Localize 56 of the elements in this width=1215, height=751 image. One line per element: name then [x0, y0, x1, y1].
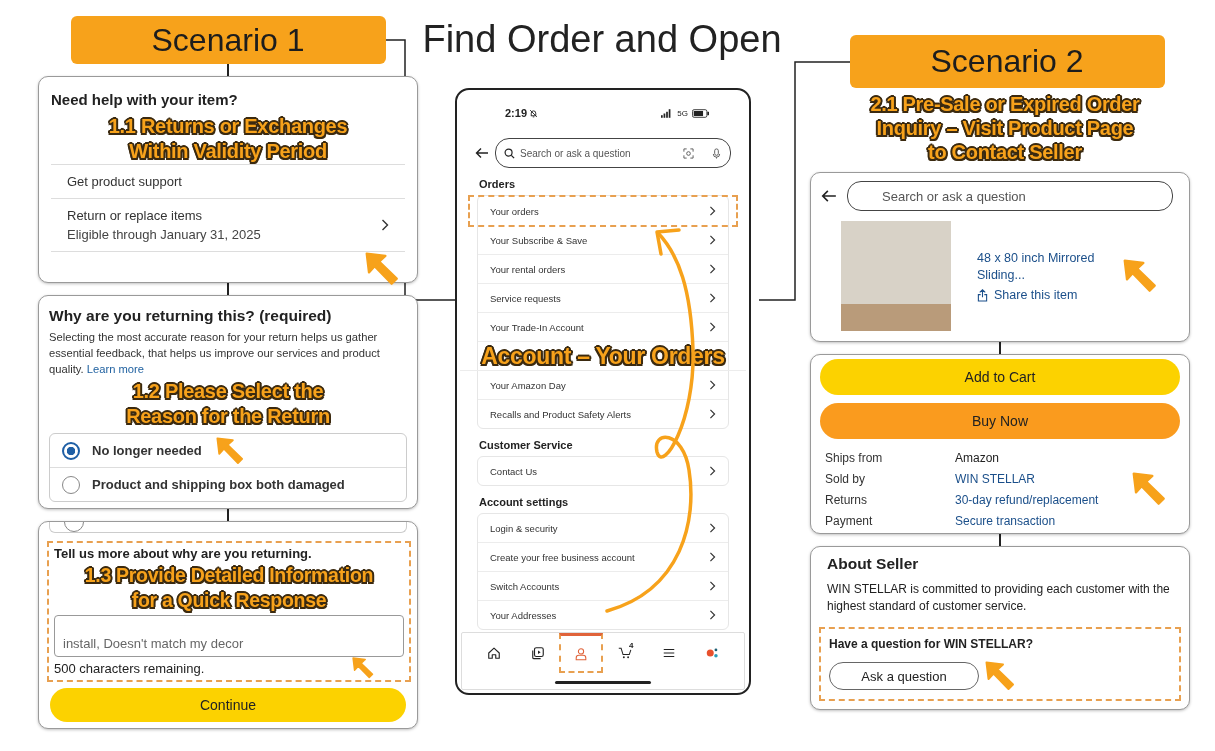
- option-label[interactable]: No longer needed: [92, 443, 202, 458]
- menu-item[interactable]: Service requests: [478, 284, 728, 312]
- scenario-label: Scenario 1: [70, 16, 386, 64]
- menu-item[interactable]: Login & security: [478, 514, 728, 542]
- seller-description: WIN STELLAR is committed to providing each customer with the highest standard of customer service.: [827, 581, 1171, 615]
- option-label[interactable]: Product and shipping box both damaged: [92, 477, 345, 492]
- detail-label: Ships from: [825, 450, 884, 465]
- menu-item[interactable]: Your orders: [478, 197, 728, 225]
- caption: 2.1 Pre-Sale or Expired Order Inquiry – Visit Product Page to Contact Seller: [870, 92, 1140, 164]
- search-field[interactable]: Search or ask a question: [495, 138, 731, 168]
- menu-item[interactable]: Recalls and Product Safety Alerts: [478, 400, 728, 428]
- menu-item[interactable]: Your Addresses: [478, 601, 728, 629]
- buy-now-button[interactable]: Buy Now: [820, 403, 1180, 439]
- detail-link[interactable]: 30-day refund/replacement: [955, 492, 1099, 507]
- description-text: Selecting the most accurate reason for your return helps us gather essential feedback, that helps us improve our services and product quality. Learn more: [49, 330, 381, 377]
- share-link[interactable]: Share this item: [977, 288, 1107, 302]
- cart-count: 4: [629, 641, 634, 650]
- menu-item[interactable]: Contact Us: [478, 457, 728, 485]
- card-heading: Need help with your item?: [51, 91, 239, 108]
- section-heading: Account settings: [479, 496, 570, 510]
- menu-item[interactable]: Your Trade-In Account: [478, 313, 728, 341]
- detail-label: Returns: [825, 492, 869, 507]
- continue-button[interactable]: Continue: [50, 688, 406, 722]
- scenario-label: Scenario 2: [849, 35, 1165, 88]
- menu-item[interactable]: Your rental orders: [478, 255, 728, 283]
- detail-value: Amazon: [955, 450, 1000, 465]
- menu-item[interactable]: Your Amazon Day: [478, 371, 728, 399]
- menu-item[interactable]: Create your free business account: [478, 543, 728, 571]
- section-heading: Customer Service: [479, 439, 574, 453]
- page-title: Find Order and Open: [422, 17, 782, 62]
- detail-label: Payment: [825, 513, 874, 528]
- character-counter: 500 characters remaining.: [54, 660, 205, 676]
- detail-link[interactable]: Secure transaction: [955, 513, 1056, 528]
- menu-row[interactable]: Return or replace items Eligible through January 31, 2025: [51, 198, 405, 251]
- detail-link[interactable]: WIN STELLAR: [955, 471, 1035, 486]
- input-field[interactable]: install, Doesn't match my decor: [54, 615, 404, 657]
- question-text: Have a question for WIN STELLAR?: [829, 637, 1034, 651]
- detail-label: Sold by: [825, 471, 867, 486]
- menu-item[interactable]: Your Subscribe & Save: [478, 226, 728, 254]
- caption: 1.2 Please Select the Reason for the Return: [125, 379, 331, 429]
- menu-row[interactable]: Get product support: [51, 164, 405, 198]
- card-heading: About Seller: [827, 555, 920, 573]
- ask-question-button[interactable]: Ask a question: [829, 662, 979, 690]
- network-label: 5G: [677, 108, 688, 118]
- search-field[interactable]: Search or ask a question: [847, 181, 1173, 211]
- menu-item[interactable]: Switch Accounts: [478, 572, 728, 600]
- card-heading: Why are you returning this? (required): [49, 307, 333, 325]
- product-title-link[interactable]: 48 x 80 inch Mirrored Sliding...: [977, 250, 1107, 284]
- caption: 1.1 Returns or Exchanges Within Validity Period: [107, 114, 349, 164]
- add-to-cart-button[interactable]: Add to Cart: [820, 359, 1180, 395]
- learn-more-link[interactable]: Learn more: [86, 363, 144, 375]
- section-heading: Orders: [479, 178, 517, 192]
- nav-tab[interactable]: 4: [603, 633, 647, 673]
- caption: 1.3 Provide Detailed Information for a Quick Response: [83, 563, 375, 613]
- field-label: Tell us more about why are you returning.: [54, 546, 313, 561]
- status-time: 2:19: [505, 107, 528, 119]
